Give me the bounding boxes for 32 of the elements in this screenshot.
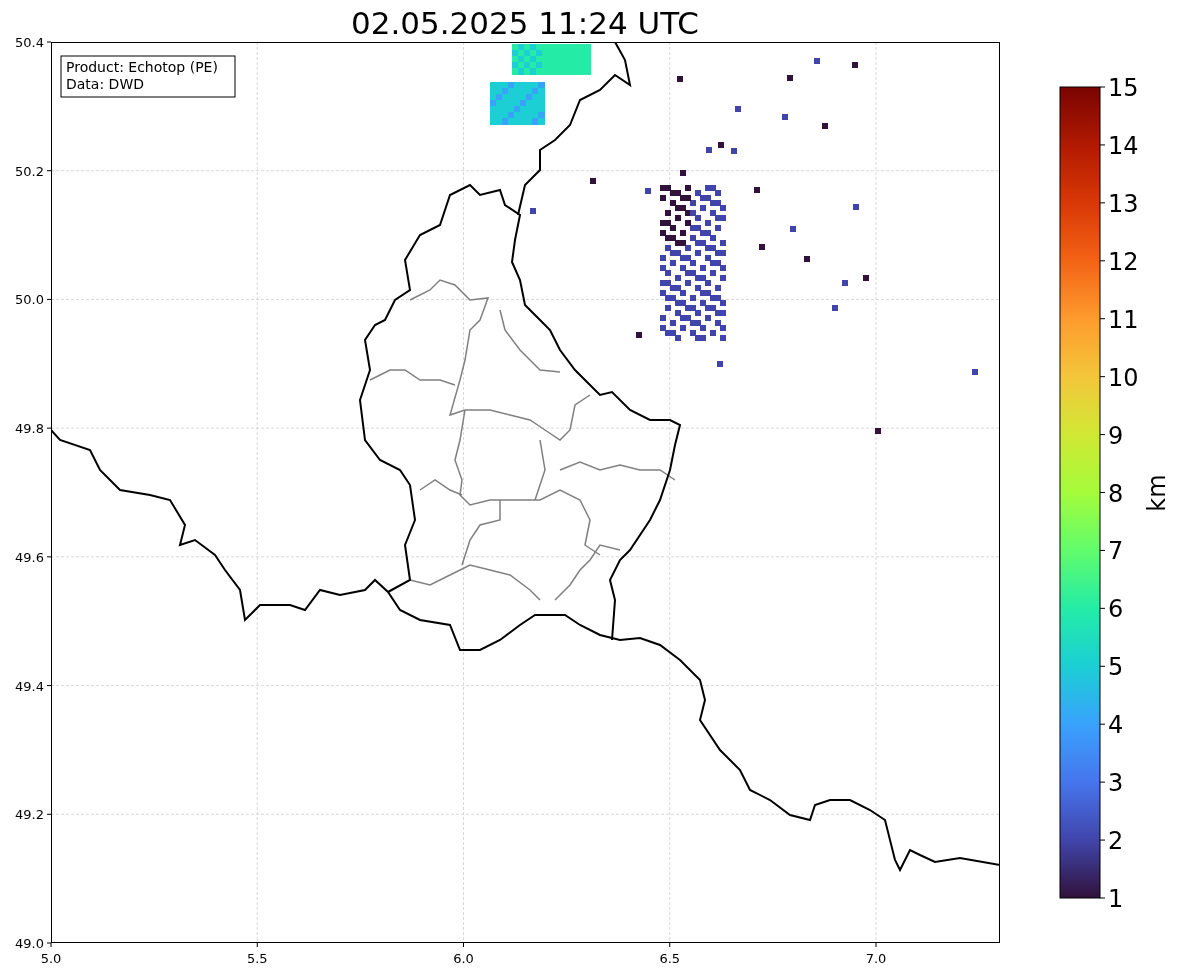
- info-text: Product: Echotop (PE): [66, 59, 218, 75]
- y-tick-label: 50.0: [15, 292, 44, 308]
- chart-title: 02.05.2025 11:24 UTC: [351, 5, 699, 41]
- colorbar-tick-label: 9: [1108, 421, 1124, 450]
- x-tick-label: 6.0: [453, 951, 474, 966]
- colorbar-label: km: [1143, 474, 1171, 512]
- colorbar-tick-label: 2: [1108, 827, 1124, 856]
- y-tick-label: 49.6: [15, 549, 44, 565]
- x-tick-label: 5.5: [246, 951, 268, 966]
- y-tick-label: 49.4: [15, 678, 44, 694]
- colorbar-tick-label: 3: [1108, 769, 1124, 798]
- y-tick-label: 50.4: [15, 35, 44, 50]
- colorbar-tick-label: 7: [1108, 537, 1124, 566]
- y-tick-label: 49.0: [15, 936, 44, 951]
- colorbar-tick-label: 14: [1108, 131, 1139, 160]
- colorbar-tick-label: 13: [1108, 189, 1139, 218]
- colorbar-tick-label: 5: [1108, 653, 1124, 682]
- y-tick-label: 50.2: [15, 163, 44, 179]
- colorbar-tick-label: 8: [1108, 479, 1124, 508]
- colorbar-tick-label: 10: [1108, 363, 1139, 392]
- x-tick-label: 5.0: [40, 951, 62, 966]
- y-tick-label: 49.2: [15, 807, 44, 823]
- colorbar-tick-label: 6: [1108, 595, 1124, 624]
- colorbar-tick-label: 11: [1108, 305, 1139, 334]
- x-tick-label: 6.5: [659, 951, 681, 966]
- colorbar-tick-label: 12: [1108, 247, 1139, 276]
- colorbar-tick-label: 15: [1108, 74, 1139, 102]
- x-tick-label: 7.0: [865, 951, 887, 966]
- colorbar-tick-label: 4: [1108, 711, 1124, 740]
- y-tick-label: 49.8: [15, 421, 44, 437]
- info-text: Data: DWD: [66, 76, 144, 92]
- colorbar-tick-label: 1: [1108, 885, 1124, 913]
